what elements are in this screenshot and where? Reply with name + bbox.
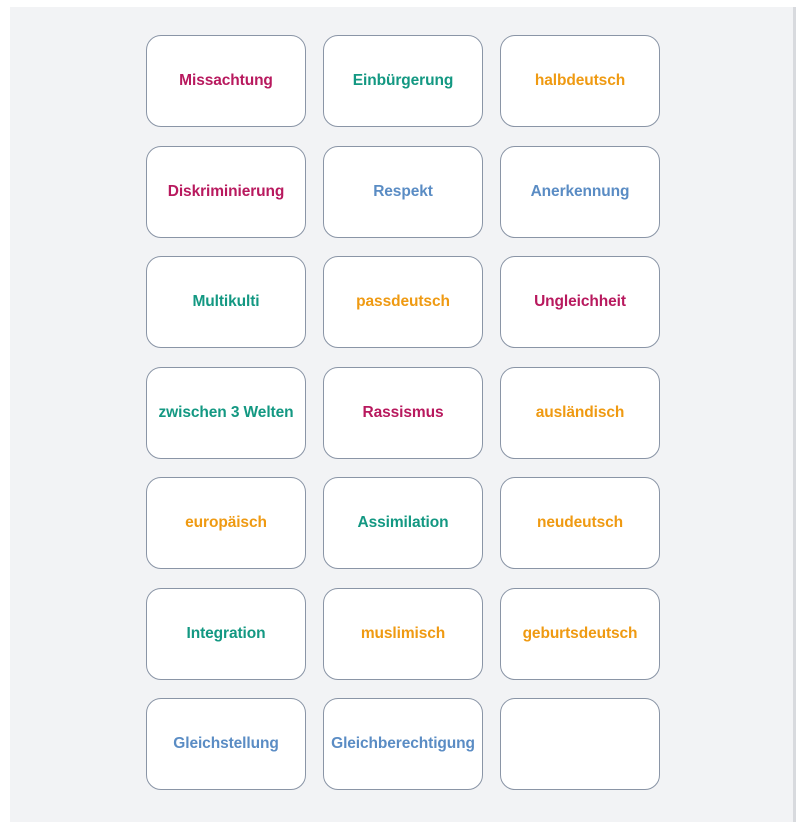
word-card[interactable]: geburtsdeutsch	[500, 587, 660, 680]
worksheet-page: Missachtung Einbürgerung halbdeutsch Dis…	[10, 7, 796, 822]
word-card[interactable]: passdeutsch	[323, 256, 483, 348]
word-card[interactable]: muslimisch	[323, 587, 483, 680]
word-card-grid: Missachtung Einbürgerung halbdeutsch Dis…	[146, 35, 660, 790]
word-card[interactable]: ausländisch	[500, 366, 660, 459]
word-card[interactable]: Ungleichheit	[500, 256, 660, 348]
word-card[interactable]: europäisch	[146, 477, 306, 569]
word-card[interactable]: Gleichberechtigung	[323, 698, 483, 790]
word-card[interactable]: Missachtung	[146, 35, 306, 127]
word-card[interactable]: zwischen 3 Welten	[146, 366, 306, 459]
word-card[interactable]: Anerkennung	[500, 145, 660, 238]
word-card[interactable]: neudeutsch	[500, 477, 660, 569]
word-card[interactable]: halbdeutsch	[500, 35, 660, 127]
word-card[interactable]: Diskriminierung	[146, 145, 306, 238]
word-card[interactable]: Gleichstellung	[146, 698, 306, 790]
word-card[interactable]: Integration	[146, 587, 306, 680]
word-card[interactable]: Rassismus	[323, 366, 483, 459]
word-card[interactable]: Multikulti	[146, 256, 306, 348]
word-card[interactable]: Einbürgerung	[323, 35, 483, 127]
word-card[interactable]: Assimilation	[323, 477, 483, 569]
word-card[interactable]: Respekt	[323, 145, 483, 238]
empty-card[interactable]	[500, 698, 660, 790]
